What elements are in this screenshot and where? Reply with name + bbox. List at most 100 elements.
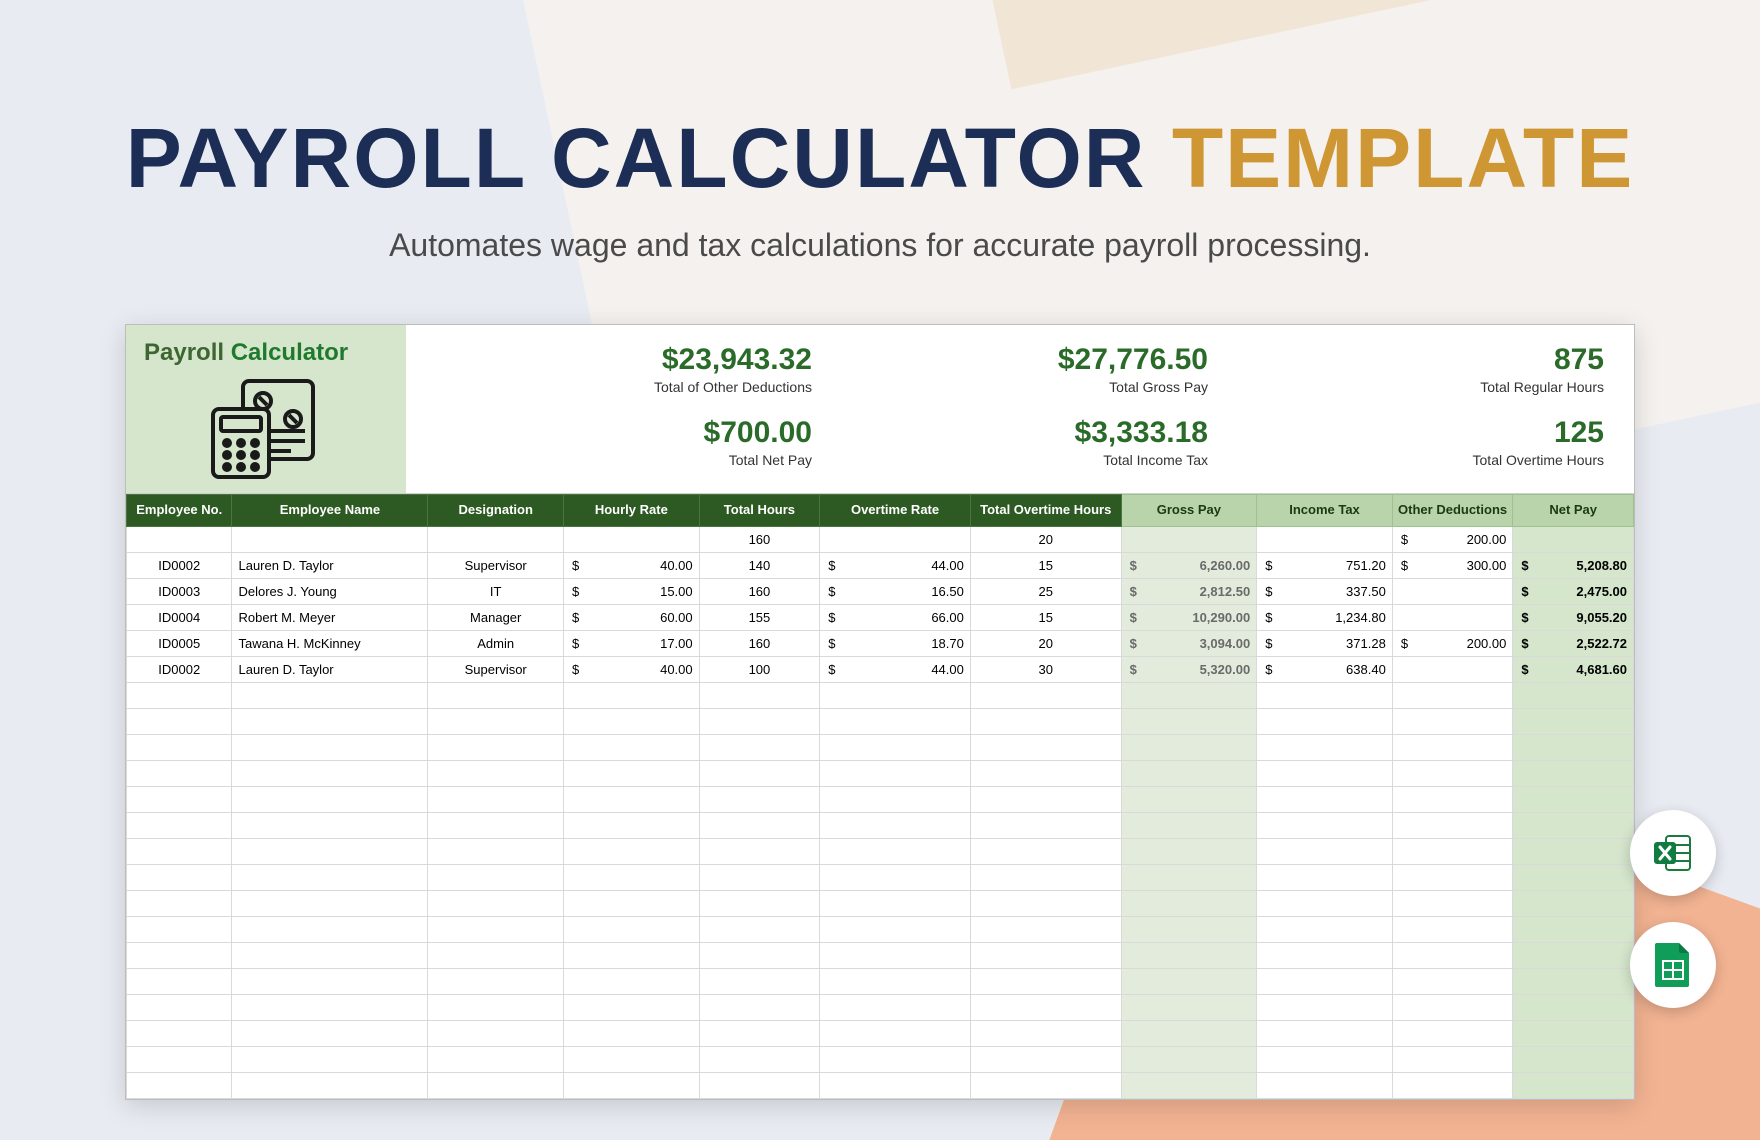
table-cell: ID0005: [127, 630, 232, 656]
table-cell: 5,208.80: [1513, 552, 1634, 578]
table-cell: [232, 968, 428, 994]
table-cell: [428, 864, 564, 890]
table-cell: [232, 1020, 428, 1046]
table-cell: [1257, 890, 1393, 916]
table-cell: 10,290.00: [1121, 604, 1257, 630]
table-cell: [1513, 1072, 1634, 1098]
payroll-table: Employee No. Employee Name Designation H…: [126, 494, 1634, 1099]
table-row: ID0004Robert M. MeyerManager60.0015566.0…: [127, 604, 1634, 630]
col-total-hours: Total Hours: [699, 495, 820, 527]
table-cell: [1513, 864, 1634, 890]
table-cell: [970, 812, 1121, 838]
table-cell: [564, 786, 700, 812]
table-cell: 337.50: [1257, 578, 1393, 604]
table-cell: [970, 994, 1121, 1020]
metric-income-tax: $3,333.18 Total Income Tax: [832, 416, 1208, 479]
excel-badge[interactable]: [1630, 810, 1716, 896]
table-cell: [820, 1072, 971, 1098]
headline-part2: TEMPLATE: [1172, 111, 1634, 205]
table-cell: Tawana H. McKinney: [232, 630, 428, 656]
table-cell: ID0004: [127, 604, 232, 630]
table-header-row: Employee No. Employee Name Designation H…: [127, 495, 1634, 527]
table-cell: [232, 1046, 428, 1072]
table-cell: [127, 682, 232, 708]
table-cell: [232, 890, 428, 916]
table-cell: [820, 864, 971, 890]
table-cell: 17.00: [564, 630, 700, 656]
table-cell: [1392, 916, 1513, 942]
table-cell: [1257, 526, 1393, 552]
table-cell: [1257, 916, 1393, 942]
table-cell: [1121, 708, 1257, 734]
table-cell: [970, 1072, 1121, 1098]
table-cell: [1392, 786, 1513, 812]
table-cell: [699, 916, 820, 942]
table-cell: [564, 760, 700, 786]
metric-value: $3,333.18: [832, 416, 1208, 450]
table-cell: 6,260.00: [1121, 552, 1257, 578]
metric-label: Total Income Tax: [832, 452, 1208, 468]
table-cell: [1392, 864, 1513, 890]
table-row: [127, 994, 1634, 1020]
table-cell: [1513, 734, 1634, 760]
table-cell: [1121, 760, 1257, 786]
table-cell: 371.28: [1257, 630, 1393, 656]
table-row: [127, 708, 1634, 734]
col-designation: Designation: [428, 495, 564, 527]
table-cell: [699, 968, 820, 994]
table-cell: [564, 526, 700, 552]
table-cell: [1392, 578, 1513, 604]
excel-icon: [1650, 830, 1696, 876]
table-cell: [699, 864, 820, 890]
table-cell: [699, 1020, 820, 1046]
table-cell: [564, 890, 700, 916]
headline-part1: PAYROLL CALCULATOR: [126, 111, 1147, 205]
table-cell: [1392, 942, 1513, 968]
table-cell: [1392, 1046, 1513, 1072]
table-row: [127, 760, 1634, 786]
table-cell: [428, 760, 564, 786]
table-cell: 160: [699, 526, 820, 552]
table-cell: [1257, 994, 1393, 1020]
col-total-overtime-hours: Total Overtime Hours: [970, 495, 1121, 527]
page-title: PAYROLL CALCULATOR TEMPLATE: [126, 110, 1634, 207]
table-cell: 66.00: [820, 604, 971, 630]
table-cell: [127, 734, 232, 760]
table-cell: [699, 890, 820, 916]
table-cell: [127, 864, 232, 890]
table-cell: [127, 786, 232, 812]
sheets-badge[interactable]: [1630, 922, 1716, 1008]
table-cell: [1392, 890, 1513, 916]
table-cell: [428, 942, 564, 968]
metric-label: Total of Other Deductions: [436, 379, 812, 395]
table-cell: [127, 1020, 232, 1046]
table-cell: Lauren D. Taylor: [232, 552, 428, 578]
table-cell: Robert M. Meyer: [232, 604, 428, 630]
table-cell: [428, 1072, 564, 1098]
table-cell: 200.00: [1392, 526, 1513, 552]
table-cell: [232, 838, 428, 864]
table-cell: [232, 786, 428, 812]
col-net-pay: Net Pay: [1513, 495, 1634, 527]
table-cell: [1257, 1072, 1393, 1098]
table-cell: ID0003: [127, 578, 232, 604]
table-cell: [127, 708, 232, 734]
table-cell: [1121, 812, 1257, 838]
table-cell: [1121, 916, 1257, 942]
table-cell: [1121, 1072, 1257, 1098]
table-cell: [1392, 1020, 1513, 1046]
table-cell: [1121, 734, 1257, 760]
table-cell: [820, 682, 971, 708]
table-cell: [970, 708, 1121, 734]
table-cell: [820, 1020, 971, 1046]
table-cell: [1513, 682, 1634, 708]
table-cell: [564, 864, 700, 890]
table-cell: [970, 838, 1121, 864]
table-cell: [1257, 942, 1393, 968]
table-row: [127, 682, 1634, 708]
table-cell: [970, 1020, 1121, 1046]
table-cell: [1121, 1046, 1257, 1072]
table-cell: [820, 942, 971, 968]
table-cell: [232, 812, 428, 838]
table-cell: 1,234.80: [1257, 604, 1393, 630]
